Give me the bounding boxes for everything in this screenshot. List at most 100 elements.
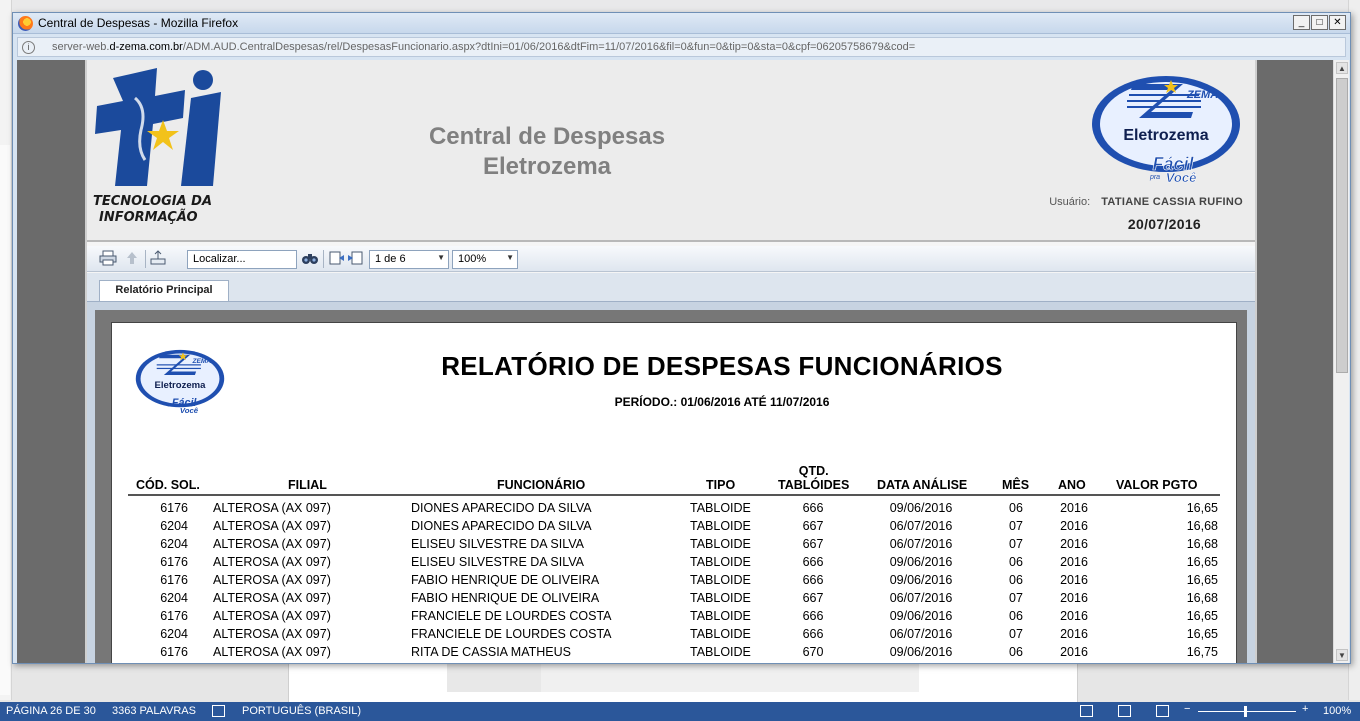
column-header-filial: FILIAL <box>288 478 327 492</box>
page-select-value: 1 de 6 <box>375 253 406 265</box>
cell-filial: ALTEROSA (AX 097) <box>213 627 331 641</box>
cell-funcionario: FRANCIELE DE LOURDES COSTA <box>411 627 612 641</box>
brand-zema-text: ZEMA <box>192 358 212 365</box>
cell-ano: 2016 <box>1060 627 1088 641</box>
cell-mes: 07 <box>1009 591 1023 605</box>
next-page-icon[interactable] <box>347 250 365 266</box>
cell-filial: ALTEROSA (AX 097) <box>213 501 331 515</box>
current-date: 20/07/2016 <box>1127 216 1201 232</box>
zoom-slider-track[interactable] <box>1198 711 1296 712</box>
scroll-down-button[interactable]: ▼ <box>1336 649 1348 661</box>
table-row: 6176 ALTEROSA (AX 097) ELISEU SILVESTRE DA… <box>128 553 1220 571</box>
cell-mes: 06 <box>1009 555 1023 569</box>
cell-cod: 6176 <box>160 573 188 587</box>
cell-qtd: 666 <box>802 573 824 587</box>
address-bar[interactable]: i server-web.d-zema.com.br/ADM.AUD.Centr… <box>17 37 1346 57</box>
zoom-out-icon[interactable]: − <box>1184 703 1190 715</box>
table-row: 6176 ALTEROSA (AX 097) DIONES APARECIDO DA… <box>128 499 1220 517</box>
cell-valor: 16,65 <box>1186 555 1218 569</box>
site-info-icon[interactable]: i <box>22 41 35 54</box>
word-page-gray-region <box>447 664 541 692</box>
column-header-cod: CÓD. SOL. <box>136 478 200 492</box>
zoom-slider-thumb[interactable] <box>1244 706 1247 717</box>
first-page-icon[interactable] <box>327 250 345 266</box>
eletrozema-logo-small: ZEMA Eletrozema Fácil Você <box>135 349 225 415</box>
cell-valor: 16,68 <box>1186 537 1218 551</box>
cell-tipo: TABLOIDE <box>690 573 751 587</box>
maximize-button[interactable]: □ <box>1311 15 1328 30</box>
column-header-valor: VALOR PGTO <box>1116 478 1198 492</box>
window-title-bar[interactable]: Central de Despesas - Mozilla Firefox _ … <box>13 13 1350 34</box>
ti-caption: TECNOLOGIA DA INFORMAÇÃO <box>93 194 212 226</box>
print-layout-icon[interactable] <box>1118 705 1131 717</box>
tab-relatorio-principal[interactable]: Relatório Principal <box>99 280 229 301</box>
vertical-scrollbar[interactable]: ▲ ▼ <box>1333 60 1349 663</box>
cell-tipo: TABLOIDE <box>690 519 751 533</box>
close-button[interactable]: ✕ <box>1329 15 1346 30</box>
cell-qtd: 670 <box>802 645 824 659</box>
cell-tipo: TABLOIDE <box>690 627 751 641</box>
brand-name-text: Eletrozema <box>1123 127 1208 144</box>
proofing-icon[interactable] <box>212 705 225 717</box>
cell-cod: 6204 <box>160 519 188 533</box>
cell-qtd: 667 <box>802 537 824 551</box>
cell-valor: 16,68 <box>1186 519 1218 533</box>
column-header-tipo: TIPO <box>706 478 736 492</box>
brand-name-text: Eletrozema <box>155 380 207 391</box>
status-zoom-level[interactable]: 100% <box>1323 705 1351 717</box>
cell-ano: 2016 <box>1060 609 1088 623</box>
status-word-count[interactable]: 3363 PALAVRAS <box>112 705 196 717</box>
cell-qtd: 666 <box>802 627 824 641</box>
brand-slogan-pra: pra <box>1149 174 1160 181</box>
cell-qtd: 667 <box>802 591 824 605</box>
cell-cod: 6176 <box>160 609 188 623</box>
cell-mes: 06 <box>1009 501 1023 515</box>
address-url[interactable]: server-web.d-zema.com.br/ADM.AUD.Central… <box>52 41 915 53</box>
scroll-up-button[interactable]: ▲ <box>1336 62 1348 74</box>
cell-filial: ALTEROSA (AX 097) <box>213 591 331 605</box>
cell-filial: ALTEROSA (AX 097) <box>213 537 331 551</box>
cell-data: 06/07/2016 <box>889 519 953 533</box>
status-language[interactable]: PORTUGUÊS (BRASIL) <box>242 705 361 717</box>
cell-tipo: TABLOIDE <box>690 501 751 515</box>
cell-ano: 2016 <box>1060 537 1088 551</box>
table-row: 6204 ALTEROSA (AX 097) FRANCIELE DE LOURDE… <box>128 625 1220 643</box>
cell-data: 09/06/2016 <box>889 555 953 569</box>
cell-qtd: 666 <box>802 501 824 515</box>
report-document: ZEMA Eletrozema Fácil Você RELATÓRIO DE … <box>111 322 1237 663</box>
read-mode-icon[interactable] <box>1080 705 1093 717</box>
browser-content: TECNOLOGIA DA INFORMAÇÃO Central de Desp… <box>17 60 1333 663</box>
status-page-count[interactable]: PÁGINA 26 DE 30 <box>6 705 96 717</box>
cell-valor: 16,65 <box>1186 609 1218 623</box>
page-title-line1: Central de Despesas <box>428 123 666 150</box>
cell-data: 06/07/2016 <box>889 591 953 605</box>
word-page-gray-region <box>541 664 919 692</box>
page-select[interactable]: 1 de 6 ▼ <box>369 250 449 269</box>
cell-cod: 6204 <box>160 627 188 641</box>
print-icon[interactable] <box>99 250 117 266</box>
minimize-button[interactable]: _ <box>1293 15 1310 30</box>
cell-funcionario: DIONES APARECIDO DA SILVA <box>411 501 592 515</box>
column-header-mes: MÊS <box>1002 478 1030 492</box>
arrow-up-icon[interactable] <box>123 250 141 266</box>
cell-filial: ALTEROSA (AX 097) <box>213 609 331 623</box>
word-vertical-ruler <box>0 145 10 695</box>
binoculars-icon[interactable] <box>301 250 319 266</box>
scrollbar-thumb[interactable] <box>1336 78 1348 373</box>
cell-funcionario: ELISEU SILVESTRE DA SILVA <box>411 555 584 569</box>
zoom-in-icon[interactable]: + <box>1302 703 1308 715</box>
zoom-select[interactable]: 100% ▼ <box>452 250 518 269</box>
table-row: 6204 ALTEROSA (AX 097) FABIO HENRIQUE DE O… <box>128 589 1220 607</box>
cell-funcionario: FABIO HENRIQUE DE OLIVEIRA <box>411 591 600 605</box>
cell-data: 09/06/2016 <box>889 609 953 623</box>
firefox-icon <box>18 16 33 31</box>
export-icon[interactable] <box>149 250 167 266</box>
chevron-down-icon: ▼ <box>506 253 514 262</box>
cell-tipo: TABLOIDE <box>690 591 751 605</box>
cell-mes: 06 <box>1009 573 1023 587</box>
find-input[interactable]: Localizar... <box>187 250 297 269</box>
word-document-page <box>288 664 1078 702</box>
report-viewer: ZEMA Eletrozema Fácil Você RELATÓRIO DE … <box>87 301 1255 663</box>
web-layout-icon[interactable] <box>1156 705 1169 717</box>
table-body: 6176 ALTEROSA (AX 097) DIONES APARECIDO DA… <box>128 499 1220 663</box>
